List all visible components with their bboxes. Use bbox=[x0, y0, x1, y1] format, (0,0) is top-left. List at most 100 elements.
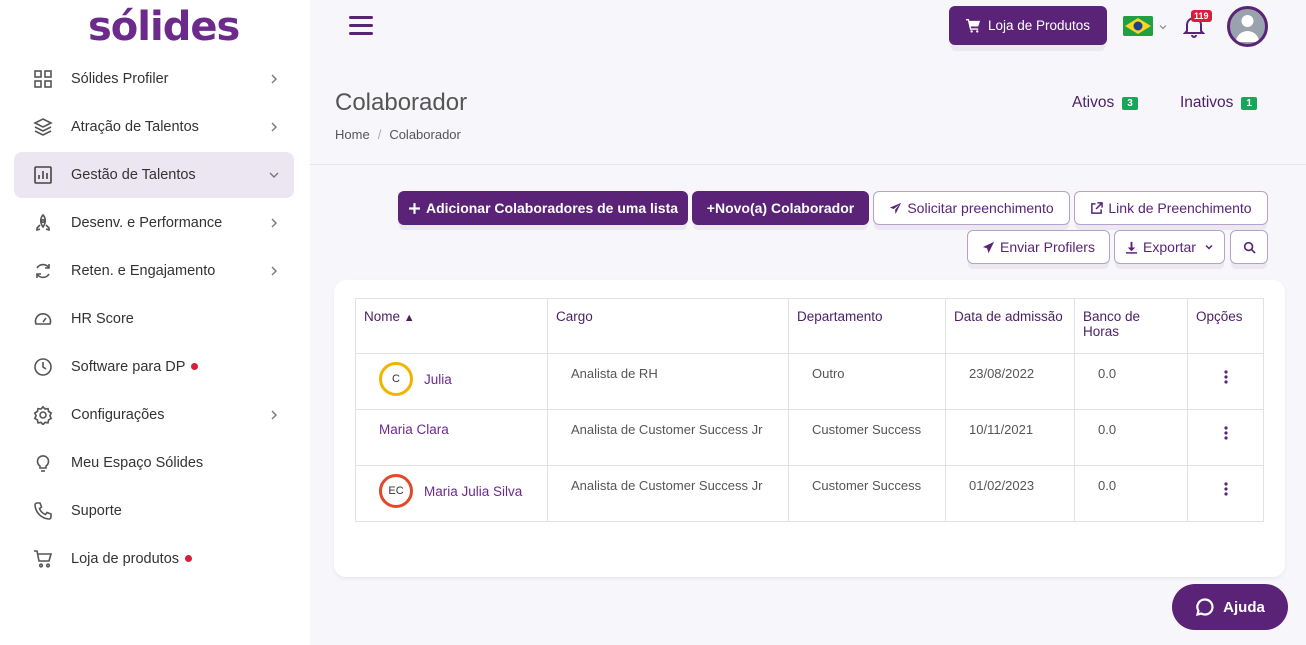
more-options-icon[interactable] bbox=[1211, 476, 1240, 496]
column-header-nome[interactable]: Nome ▲ bbox=[355, 298, 548, 354]
active-count-badge: 3 bbox=[1122, 96, 1138, 110]
cell-departamento: Customer Success bbox=[788, 409, 946, 466]
cart-icon bbox=[33, 549, 53, 569]
sort-asc-icon: ▲ bbox=[403, 312, 415, 324]
collaborator-link[interactable]: C Julia bbox=[379, 362, 524, 396]
rocket-icon bbox=[33, 213, 53, 233]
sidebar-item-label: Loja de produtos bbox=[71, 551, 193, 567]
sidebar-item-label: HR Score bbox=[71, 311, 134, 327]
search-icon bbox=[1243, 241, 1256, 254]
sidebar-item-software-dp[interactable]: Software para DP bbox=[14, 344, 294, 390]
cell-cargo: Analista de RH bbox=[547, 353, 789, 410]
chevron-down-icon bbox=[1205, 244, 1213, 250]
user-icon bbox=[1236, 15, 1259, 42]
inactive-filter[interactable]: Inativos 1 bbox=[1180, 94, 1257, 112]
sidebar-item-atracao-talentos[interactable]: Atração de Talentos bbox=[14, 104, 294, 150]
cell-banco-horas: 0.0 bbox=[1074, 409, 1188, 466]
inactive-count-badge: 1 bbox=[1241, 96, 1257, 110]
sidebar-item-label: Reten. e Engajamento bbox=[71, 263, 216, 279]
grid-icon bbox=[33, 69, 53, 89]
send-icon bbox=[982, 241, 995, 253]
chevron-right-icon bbox=[268, 264, 280, 276]
sidebar-item-label: Gestão de Talentos bbox=[71, 167, 196, 183]
sidebar-item-reten-engajamento[interactable]: Reten. e Engajamento bbox=[14, 248, 294, 294]
new-collaborator-button[interactable]: +Novo(a) Colaborador bbox=[692, 191, 869, 225]
inactive-label: Inativos bbox=[1180, 94, 1234, 111]
column-header-opcoes: Opções bbox=[1187, 298, 1264, 354]
sidebar-item-label: Suporte bbox=[71, 503, 122, 519]
bulb-icon bbox=[33, 453, 53, 473]
chevron-right-icon bbox=[268, 120, 280, 132]
column-header-cargo[interactable]: Cargo bbox=[547, 298, 789, 354]
clock-icon bbox=[33, 357, 53, 377]
sidebar-item-meu-espaco[interactable]: Meu Espaço Sólides bbox=[14, 440, 294, 486]
collaborator-link[interactable]: EC Maria Julia Silva bbox=[379, 474, 524, 508]
fill-link-button[interactable]: Link de Preenchimento bbox=[1074, 191, 1268, 225]
table-row: EC Maria Julia Silva Analista de Custome… bbox=[355, 465, 1264, 522]
column-header-departamento[interactable]: Departamento bbox=[788, 298, 946, 354]
language-flag-icon[interactable] bbox=[1123, 16, 1153, 36]
avatar: C bbox=[379, 362, 413, 396]
cell-departamento: Customer Success bbox=[788, 465, 946, 522]
shop-products-button[interactable]: Loja de Produtos bbox=[949, 6, 1107, 45]
more-options-icon[interactable] bbox=[1211, 420, 1240, 440]
sidebar-item-label: Software para DP bbox=[71, 359, 199, 375]
plus-icon bbox=[409, 202, 420, 214]
help-label: Ajuda bbox=[1223, 598, 1265, 616]
export-dropdown-button[interactable]: Exportar bbox=[1114, 230, 1225, 264]
cell-data-admissao: 10/11/2021 bbox=[945, 409, 1075, 466]
chevron-right-icon bbox=[268, 408, 280, 420]
cell-banco-horas: 0.0 bbox=[1074, 353, 1188, 410]
avatar: EC bbox=[379, 474, 413, 508]
header-divider bbox=[310, 164, 1306, 165]
sidebar-item-suporte[interactable]: Suporte bbox=[14, 488, 294, 534]
sidebar-item-label: Desenv. e Performance bbox=[71, 215, 223, 231]
active-label: Ativos bbox=[1072, 94, 1115, 111]
sidebar-item-label: Atração de Talentos bbox=[71, 119, 199, 135]
sidebar-item-configuracoes[interactable]: Configurações bbox=[14, 392, 294, 438]
breadcrumb: Home / Colaborador bbox=[335, 127, 461, 142]
cell-cargo: Analista de Customer Success Jr bbox=[547, 465, 789, 522]
chevron-down-icon[interactable] bbox=[1158, 19, 1168, 30]
request-fill-button[interactable]: Solicitar preenchimento bbox=[873, 191, 1070, 225]
column-header-banco-horas[interactable]: Banco de Horas bbox=[1074, 298, 1188, 354]
chevron-down-icon bbox=[268, 168, 280, 180]
help-button[interactable]: Ajuda bbox=[1172, 584, 1288, 630]
chart-icon bbox=[33, 165, 53, 185]
notifications-badge: 119 bbox=[1191, 10, 1212, 22]
brand-logo[interactable]: sólides bbox=[88, 4, 240, 50]
gear-icon bbox=[33, 405, 53, 426]
column-header-data-admissao[interactable]: Data de admissão bbox=[945, 298, 1075, 354]
send-profilers-button[interactable]: Enviar Profilers bbox=[967, 230, 1110, 264]
chevron-right-icon bbox=[268, 216, 280, 228]
sidebar: sólides Sólides Profiler Atração de Tale… bbox=[0, 0, 310, 645]
shop-products-label: Loja de Produtos bbox=[987, 18, 1091, 33]
collaborator-name: Maria Julia Silva bbox=[424, 483, 523, 499]
collaborator-name: Julia bbox=[424, 371, 452, 387]
active-filter[interactable]: Ativos 3 bbox=[1072, 94, 1138, 112]
table-row: C Julia Analista de RH Outro 23/08/2022 … bbox=[355, 353, 1264, 410]
user-avatar[interactable] bbox=[1227, 6, 1268, 47]
download-icon bbox=[1125, 241, 1138, 254]
collaborator-link[interactable]: Maria Clara bbox=[379, 418, 524, 439]
search-button[interactable] bbox=[1230, 230, 1268, 264]
new-indicator-dot bbox=[191, 362, 199, 370]
chevron-right-icon bbox=[268, 72, 280, 84]
sidebar-item-hr-score[interactable]: HR Score bbox=[14, 296, 294, 342]
table-row: Maria Clara Analista de Customer Success… bbox=[355, 409, 1264, 466]
add-from-list-button[interactable]: Adicionar Colaboradores de uma lista bbox=[398, 191, 688, 225]
collaborators-table: Nome ▲ Cargo Departamento Data de admiss… bbox=[355, 298, 1264, 522]
breadcrumb-home[interactable]: Home bbox=[335, 127, 370, 142]
gauge-icon bbox=[33, 309, 53, 329]
sidebar-item-loja-produtos[interactable]: Loja de produtos bbox=[14, 536, 294, 582]
sidebar-item-gestao-talentos[interactable]: Gestão de Talentos bbox=[14, 152, 294, 198]
more-options-icon[interactable] bbox=[1211, 364, 1240, 384]
menu-toggle-icon[interactable] bbox=[349, 16, 373, 36]
cell-departamento: Outro bbox=[788, 353, 946, 410]
new-indicator-dot bbox=[185, 554, 193, 562]
sidebar-item-desenv-performance[interactable]: Desenv. e Performance bbox=[14, 200, 294, 246]
refresh-icon bbox=[33, 261, 53, 281]
layers-icon bbox=[33, 117, 53, 137]
sidebar-item-solides-profiler[interactable]: Sólides Profiler bbox=[14, 56, 294, 102]
sidebar-item-label: Sólides Profiler bbox=[71, 71, 169, 87]
